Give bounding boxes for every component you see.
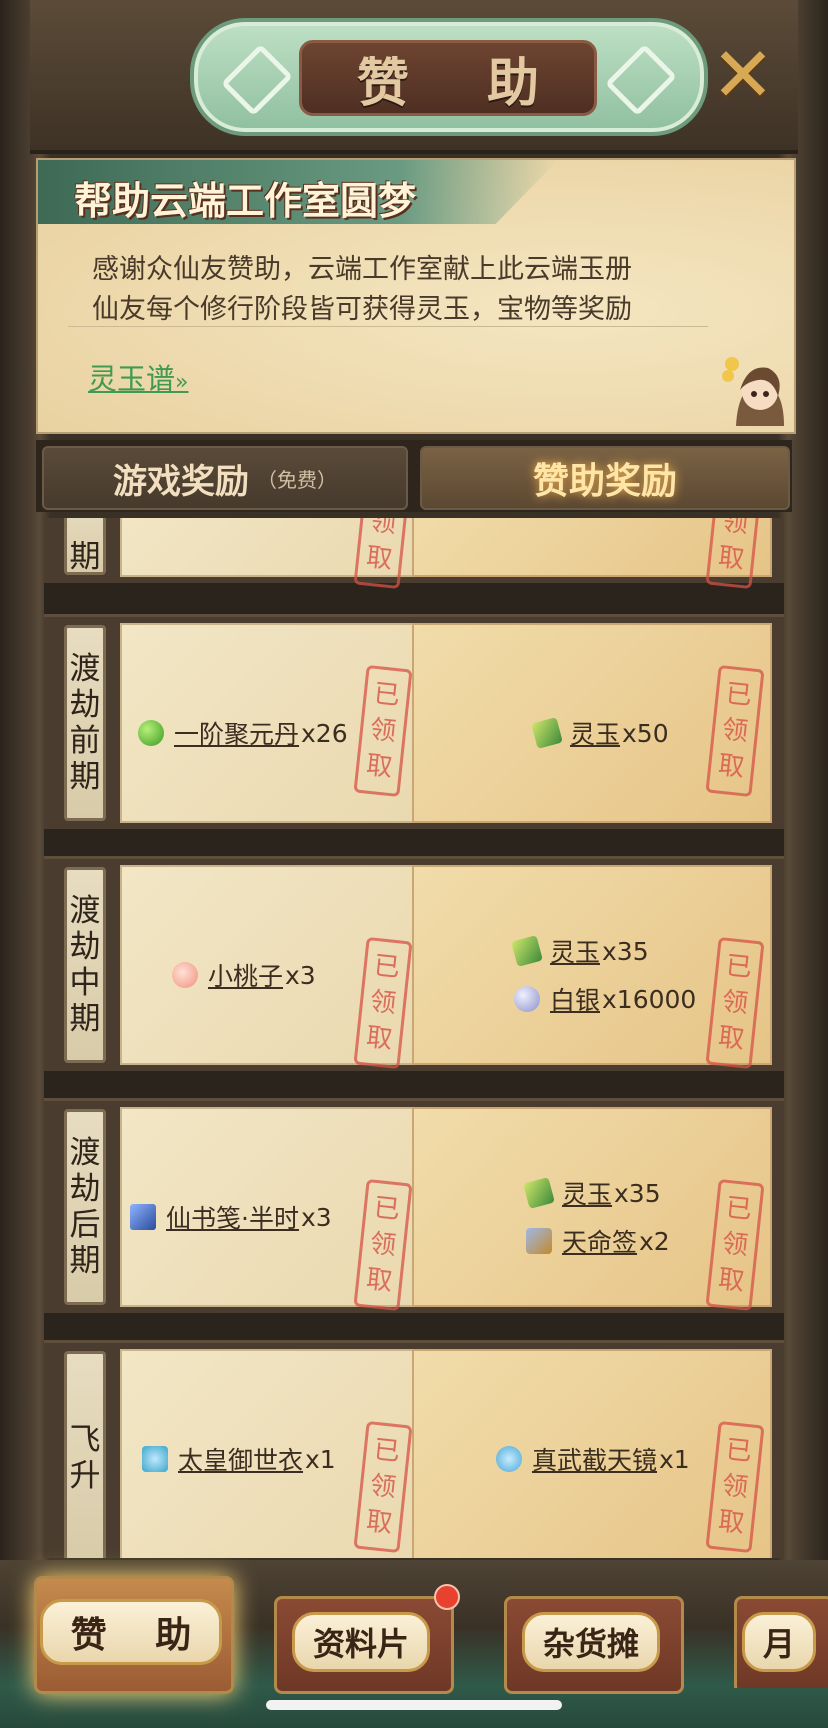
reward-item[interactable]: 太皇御世衣 x1 <box>142 1441 336 1477</box>
paid-reward-cell: 灵玉 x35 天命签 x2 已领取 <box>412 1107 772 1312</box>
chevron-right-icon: » <box>175 370 189 395</box>
free-reward-cell: 仙书笺·半时 x3 已领取 <box>120 1107 414 1312</box>
chibi-character-icon <box>722 357 784 426</box>
paid-reward-cell: 灵玉 x50 已领取 <box>412 623 772 823</box>
jade-catalog-label: 灵玉谱 <box>88 362 176 396</box>
tab-game-rewards-label: 游戏奖励 <box>113 461 249 502</box>
reward-list[interactable]: 期 已领取 已领取 渡劫前期 一阶聚元丹x26 已领取 <box>44 518 784 1558</box>
page-title: 赞 助 <box>356 52 570 114</box>
reward-row: 渡劫后期 仙书笺·半时 x3 已领取 灵玉 x35 天命签 x2 已领取 <box>44 1098 784 1313</box>
close-icon: ✕ <box>711 30 775 119</box>
home-indicator[interactable] <box>266 1700 562 1710</box>
nav-tab-shop[interactable]: 杂货摊 <box>504 1596 684 1694</box>
ornament-icon <box>220 43 294 117</box>
nav-tab-label: 杂货摊 <box>521 1612 660 1672</box>
reward-item[interactable]: 仙书笺·半时 x3 <box>130 1199 332 1235</box>
claimed-stamp: 已领取 <box>353 1178 413 1312</box>
claimed-stamp: 已领取 <box>353 664 413 798</box>
reward-row: 渡劫前期 一阶聚元丹 x26 已领取 灵玉 x50 已领取 <box>44 614 784 829</box>
jade-icon <box>511 935 543 967</box>
nav-tab-label: 赞 助 <box>39 1599 223 1665</box>
reward-item[interactable]: 灵玉 x50 <box>531 715 669 751</box>
free-reward-cell: 已领取 <box>120 518 414 590</box>
tab-sponsor-rewards-label: 赞助奖励 <box>532 460 677 502</box>
paid-reward-cell: 真武截天镜 x1 已领取 <box>412 1349 772 1558</box>
stage-label: 渡劫前期 <box>64 625 106 821</box>
title-plaque: 赞 助 <box>190 18 708 136</box>
book-icon <box>130 1204 156 1230</box>
reward-row: 渡劫中期 小桃子 x3 已领取 灵玉 x35 白银 x16000 已领取 <box>44 856 784 1071</box>
title-panel: 赞 助 <box>299 40 597 116</box>
stage-label: 渡劫后期 <box>64 1109 106 1305</box>
nav-tab-sponsor[interactable]: 赞 助 <box>34 1576 234 1694</box>
robe-icon <box>142 1446 168 1472</box>
banner-line-1: 感谢众仙友赞助，云端工作室献上此云端玉册 <box>92 254 632 285</box>
claimed-stamp: 已领取 <box>705 936 765 1070</box>
nav-tab-label: 资料片 <box>291 1612 430 1672</box>
header-bar: 赞 助 <box>30 0 798 154</box>
silver-coin-icon <box>514 986 540 1012</box>
reward-item[interactable]: 真武截天镜 x1 <box>496 1441 690 1477</box>
mirror-icon <box>496 1446 522 1472</box>
close-button[interactable]: ✕ <box>708 30 778 119</box>
reward-item[interactable]: 小桃子 x3 <box>172 957 316 993</box>
tab-game-rewards[interactable]: 游戏奖励 （免费） <box>42 446 408 510</box>
jade-icon <box>531 717 563 749</box>
reward-row: 期 已领取 已领取 <box>44 518 784 590</box>
green-pill-icon <box>138 720 164 746</box>
paid-reward-cell: 灵玉 x35 白银 x16000 已领取 <box>412 865 772 1070</box>
nav-tab-monthly[interactable]: 月 <box>734 1596 828 1688</box>
stage-label: 飞升 <box>64 1351 106 1558</box>
free-reward-cell: 一阶聚元丹 x26 已领取 <box>120 623 414 823</box>
fate-sign-icon <box>526 1228 552 1254</box>
divider <box>68 326 708 327</box>
banner-description: 感谢众仙友赞助，云端工作室献上此云端玉册 仙友每个修行阶段皆可获得灵玉，宝物等奖… <box>92 250 632 330</box>
reward-item[interactable]: 一阶聚元丹 x26 <box>138 715 348 751</box>
nav-tab-expansion[interactable]: 资料片 <box>274 1596 454 1694</box>
claimed-stamp: 已领取 <box>353 518 413 590</box>
banner-line-2: 仙友每个修行阶段皆可获得灵玉，宝物等奖励 <box>92 294 632 325</box>
reward-item[interactable]: 灵玉 x35 <box>511 933 649 969</box>
nav-tab-label: 月 <box>742 1612 817 1672</box>
reward-item[interactable]: 白银 x16000 <box>514 981 696 1017</box>
stage-label: 渡劫中期 <box>64 867 106 1063</box>
claimed-stamp: 已领取 <box>353 936 413 1070</box>
claimed-stamp: 已领取 <box>705 518 765 590</box>
claimed-stamp: 已领取 <box>353 1420 413 1554</box>
claimed-stamp: 已领取 <box>705 664 765 798</box>
notification-dot <box>434 1584 460 1610</box>
reward-item[interactable]: 天命签 x2 <box>526 1223 670 1259</box>
jade-catalog-link[interactable]: 灵玉谱» <box>88 356 188 398</box>
free-reward-cell: 小桃子 x3 已领取 <box>120 865 414 1070</box>
tab-free-note: （免费） <box>257 467 337 492</box>
ornament-icon <box>604 43 678 117</box>
reward-tabs: 游戏奖励 （免费） 赞助奖励 <box>36 440 792 512</box>
claimed-stamp: 已领取 <box>705 1420 765 1554</box>
paid-reward-cell: 已领取 <box>412 518 772 590</box>
banner-title: 帮助云端工作室圆梦 <box>74 178 417 223</box>
free-reward-cell: 太皇御世衣 x1 已领取 <box>120 1349 414 1558</box>
reward-row: 飞升 太皇御世衣 x1 已领取 真武截天镜 x1 已领取 <box>44 1340 784 1558</box>
reward-item[interactable]: 灵玉 x35 <box>523 1175 661 1211</box>
jade-icon <box>523 1177 555 1209</box>
tab-sponsor-rewards[interactable]: 赞助奖励 <box>420 446 790 510</box>
claimed-stamp: 已领取 <box>705 1178 765 1312</box>
sponsor-banner: 帮助云端工作室圆梦 感谢众仙友赞助，云端工作室献上此云端玉册 仙友每个修行阶段皆… <box>36 158 796 434</box>
stage-label: 期 <box>64 518 106 575</box>
peach-icon <box>172 962 198 988</box>
